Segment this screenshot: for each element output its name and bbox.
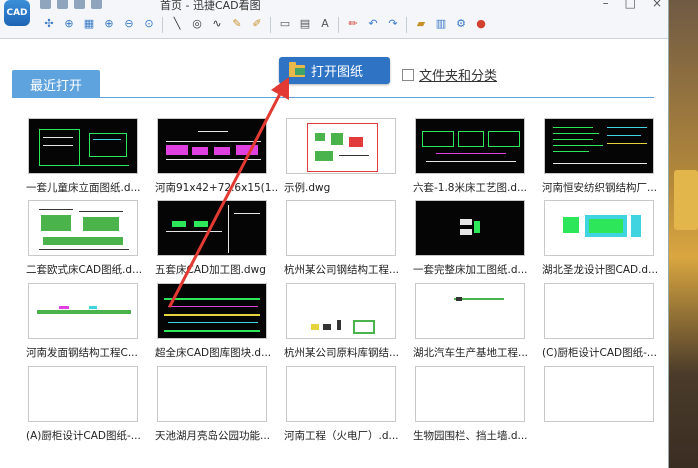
file-thumbnail[interactable] <box>544 366 654 422</box>
file-name: (A)厨柜设计CAD图纸-... <box>26 430 141 442</box>
file-name: 一套完整床加工图纸.d... <box>413 264 528 276</box>
zoom-in-icon[interactable]: ⊕ <box>102 17 116 31</box>
pen-icon[interactable]: ✏ <box>346 17 360 31</box>
color-icon[interactable]: ▰ <box>414 17 428 31</box>
file-thumbnail[interactable] <box>28 283 138 339</box>
undo-icon[interactable]: ↶ <box>366 17 380 31</box>
tab-recent[interactable]: 最近打开 <box>12 70 100 98</box>
file-name: 五套床CAD加工图.dwg <box>155 264 266 276</box>
file-name: 河南发面钢结构工程C... <box>26 347 138 359</box>
file-thumbnail[interactable] <box>157 366 267 422</box>
file-name: 河南91x42+72.6x15(1... <box>155 182 279 194</box>
file-name: 杭州某公司钢结构工程... <box>284 264 400 276</box>
file-name: 河南工程（火电厂）.d... <box>284 430 399 442</box>
table-icon[interactable]: ▤ <box>298 17 312 31</box>
file-thumbnail[interactable] <box>415 366 525 422</box>
window-controls: – □ × <box>603 0 662 10</box>
tab-underline <box>12 97 654 98</box>
print-icon[interactable] <box>91 0 102 9</box>
file-name: 河南恒安纺织钢结构厂... <box>542 182 658 194</box>
settings-icon[interactable]: ⚙ <box>454 17 468 31</box>
open-folder-icon <box>289 61 305 77</box>
file-thumbnail[interactable] <box>544 118 654 174</box>
file-name: 示例.dwg <box>284 182 331 194</box>
file-thumbnail[interactable] <box>415 200 525 256</box>
erase-icon[interactable]: ✐ <box>250 17 264 31</box>
zoom-fit-icon[interactable]: ⊙ <box>142 17 156 31</box>
file-thumbnail[interactable] <box>544 283 654 339</box>
file-thumbnail[interactable] <box>157 118 267 174</box>
toolbar-separator <box>338 17 339 33</box>
open-file-icon[interactable] <box>57 0 68 9</box>
locate-icon[interactable]: ⊕ <box>62 17 76 31</box>
open-drawing-button[interactable]: 打开图纸 <box>279 57 390 84</box>
palette-icon[interactable]: ● <box>474 17 488 31</box>
folder-classify-label[interactable]: 文件夹和分类 <box>419 65 497 84</box>
save-icon[interactable] <box>74 0 85 9</box>
freehand-icon[interactable]: ✎ <box>230 17 244 31</box>
file-name: (C)厨柜设计CAD图纸-... <box>542 347 657 359</box>
grid-icon[interactable]: ▦ <box>82 17 96 31</box>
file-thumbnail[interactable] <box>544 200 654 256</box>
toolbar-separator <box>270 17 271 33</box>
desktop-background <box>668 0 698 468</box>
file-thumbnail[interactable] <box>157 200 267 256</box>
desktop-background-object <box>674 170 698 230</box>
file-name: 生物园围栏、挡土墙.d... <box>413 430 528 442</box>
add-icon[interactable]: ✣ <box>42 17 56 31</box>
file-thumbnail[interactable] <box>28 118 138 174</box>
toolbar-separator <box>162 17 163 33</box>
file-thumbnail[interactable] <box>28 200 138 256</box>
maximize-button[interactable]: □ <box>625 0 636 10</box>
file-thumbnail[interactable] <box>415 283 525 339</box>
file-name: 杭州某公司原料库钢结... <box>284 347 400 359</box>
rectangle-icon[interactable]: ▭ <box>278 17 292 31</box>
circle-icon[interactable]: ◎ <box>190 17 204 31</box>
file-thumbnail[interactable] <box>286 118 396 174</box>
toolbar: ✣ ⊕ ▦ ⊕ ⊖ ⊙ ╲ ◎ ∿ ✎ ✐ ▭ ▤ A ✏ ↶ ↷ ▰ ▥ ⚙ … <box>0 12 668 39</box>
new-file-icon[interactable] <box>40 0 51 9</box>
close-button[interactable]: × <box>652 0 662 10</box>
open-drawing-label: 打开图纸 <box>311 65 364 80</box>
zoom-out-icon[interactable]: ⊖ <box>122 17 136 31</box>
layers-icon[interactable]: ▥ <box>434 17 448 31</box>
line-icon[interactable]: ╲ <box>170 17 184 31</box>
file-thumbnail[interactable] <box>157 283 267 339</box>
toolbar-separator <box>406 17 407 33</box>
file-thumbnail[interactable] <box>286 366 396 422</box>
file-name: 湖北汽车生产基地工程... <box>413 347 529 359</box>
file-thumbnail[interactable] <box>286 200 396 256</box>
text-icon[interactable]: A <box>318 17 332 31</box>
file-thumbnail[interactable] <box>415 118 525 174</box>
file-name: 二套欧式床CAD图纸.d... <box>26 264 143 276</box>
folder-classify-toggle[interactable]: 文件夹和分类 <box>402 65 497 84</box>
minimize-button[interactable]: – <box>603 0 609 10</box>
folder-classify-checkbox[interactable] <box>402 68 414 81</box>
app-window: 首页 - 迅捷CAD看图 – □ × CAD ✣ ⊕ ▦ ⊕ ⊖ ⊙ ╲ ◎ ∿… <box>0 0 669 468</box>
quick-access-icons <box>40 0 102 9</box>
file-name: 六套-1.8米床工艺图.d... <box>413 182 528 194</box>
polyline-icon[interactable]: ∿ <box>210 17 224 31</box>
app-logo: CAD <box>4 0 30 26</box>
file-name: 湖北圣龙设计图CAD.d... <box>542 264 659 276</box>
file-thumbnail[interactable] <box>286 283 396 339</box>
file-name: 天池湖月亮岛公园功能... <box>155 430 271 442</box>
file-thumbnail[interactable] <box>28 366 138 422</box>
redo-icon[interactable]: ↷ <box>386 17 400 31</box>
file-name: 超全床CAD图库图块.d... <box>155 347 272 359</box>
file-name: 一套儿童床立面图纸.d... <box>26 182 141 194</box>
